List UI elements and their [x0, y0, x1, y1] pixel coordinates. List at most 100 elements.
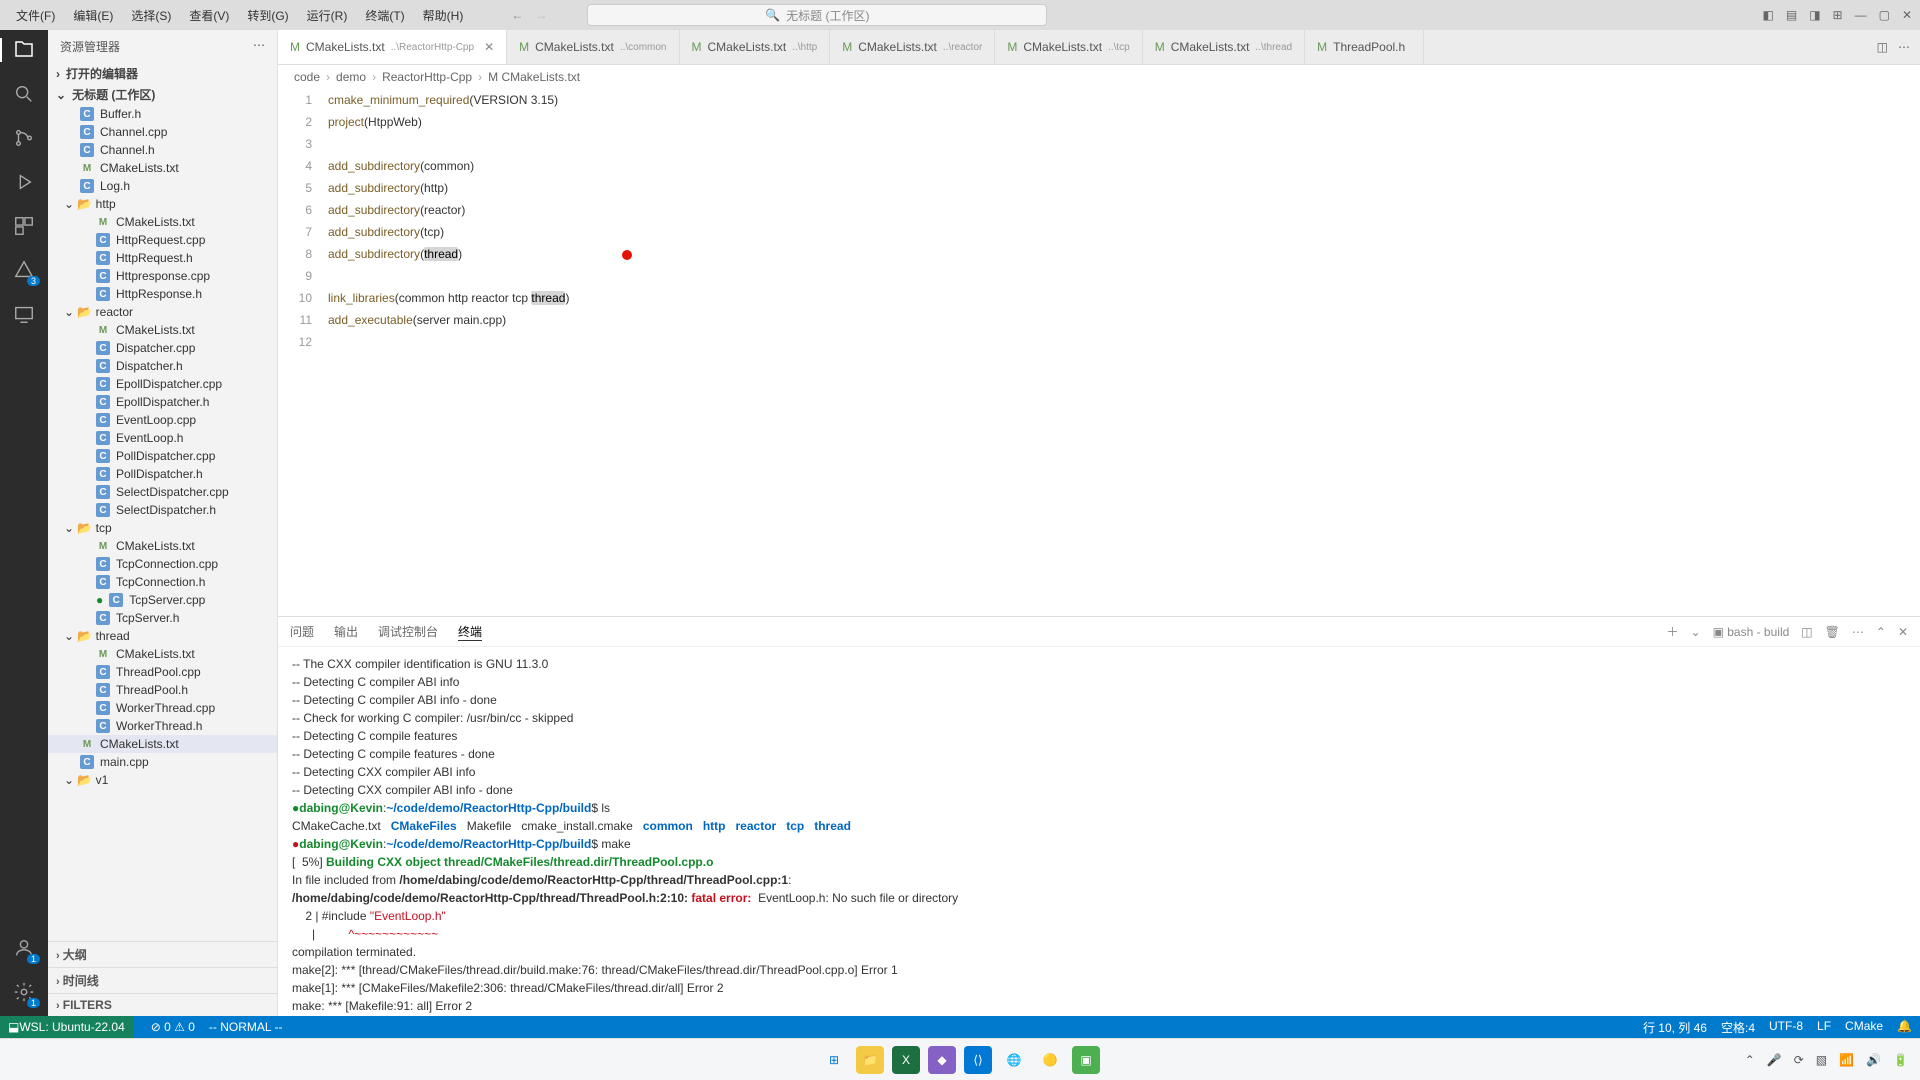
- remote-icon[interactable]: [12, 302, 36, 326]
- file-item[interactable]: C ThreadPool.cpp: [48, 663, 277, 681]
- breadcrumb-item[interactable]: ReactorHttp-Cpp: [382, 70, 472, 84]
- file-item[interactable]: C EpollDispatcher.cpp: [48, 375, 277, 393]
- file-item[interactable]: ● C TcpServer.cpp: [48, 591, 277, 609]
- cmake-icon[interactable]: 3: [12, 258, 36, 282]
- eol-status[interactable]: LF: [1817, 1019, 1831, 1036]
- file-item[interactable]: M CMakeLists.txt: [48, 321, 277, 339]
- breadcrumb-item[interactable]: demo: [336, 70, 366, 84]
- more-icon[interactable]: ⋯: [253, 38, 265, 55]
- close-icon[interactable]: ✕: [1902, 8, 1912, 22]
- file-item[interactable]: C PollDispatcher.cpp: [48, 447, 277, 465]
- back-icon[interactable]: ←: [511, 8, 523, 22]
- file-item[interactable]: C HttpResponse.h: [48, 285, 277, 303]
- trash-icon[interactable]: 🗑: [1825, 625, 1840, 639]
- folder-item[interactable]: ⌄ 📂 thread: [48, 627, 277, 645]
- code-editor[interactable]: 123456789101112 cmake_minimum_required(V…: [278, 89, 1920, 616]
- file-item[interactable]: C main.cpp: [48, 753, 277, 771]
- chrome-icon[interactable]: 🟡: [1036, 1046, 1064, 1074]
- more-icon[interactable]: ⋯: [1852, 625, 1864, 639]
- menu-item[interactable]: 帮助(H): [415, 3, 472, 28]
- notifications-icon[interactable]: 🔔: [1897, 1019, 1912, 1036]
- cursor-position[interactable]: 行 10, 列 46: [1643, 1019, 1707, 1036]
- file-item[interactable]: C Dispatcher.cpp: [48, 339, 277, 357]
- filters-section[interactable]: › FILTERS: [48, 993, 277, 1016]
- mic-icon[interactable]: 🎤: [1767, 1053, 1782, 1067]
- file-item[interactable]: C Channel.cpp: [48, 123, 277, 141]
- excel-icon[interactable]: X: [892, 1046, 920, 1074]
- edge-icon[interactable]: 🌐: [1000, 1046, 1028, 1074]
- file-item[interactable]: M CMakeLists.txt: [48, 213, 277, 231]
- app-icon[interactable]: ▣: [1072, 1046, 1100, 1074]
- indent-status[interactable]: 空格:4: [1721, 1019, 1755, 1036]
- explorer-taskbar-icon[interactable]: 📁: [856, 1046, 884, 1074]
- split-editor-icon[interactable]: ◫: [1877, 40, 1888, 54]
- file-item[interactable]: C Log.h: [48, 177, 277, 195]
- search-icon[interactable]: [12, 82, 36, 106]
- extensions-icon[interactable]: [12, 214, 36, 238]
- volume-icon[interactable]: 🔊: [1866, 1053, 1881, 1067]
- breadcrumb-item[interactable]: code: [294, 70, 320, 84]
- remote-indicator[interactable]: ⬓ WSL: Ubuntu-22.04: [0, 1016, 133, 1038]
- editor-tab[interactable]: M ThreadPool.h: [1305, 30, 1424, 64]
- encoding-status[interactable]: UTF-8: [1769, 1019, 1803, 1036]
- forward-icon[interactable]: →: [535, 8, 547, 22]
- editor-tab[interactable]: M CMakeLists.txt ..\common: [507, 30, 679, 64]
- start-icon[interactable]: ⊞: [820, 1046, 848, 1074]
- file-item[interactable]: M CMakeLists.txt: [48, 645, 277, 663]
- file-item[interactable]: C EventLoop.cpp: [48, 411, 277, 429]
- outline-section[interactable]: › 大纲: [48, 941, 277, 967]
- explorer-icon[interactable]: [12, 38, 36, 62]
- file-item[interactable]: C Buffer.h: [48, 105, 277, 123]
- panel-icon[interactable]: ▤: [1786, 8, 1797, 22]
- file-item[interactable]: C TcpConnection.h: [48, 573, 277, 591]
- file-item[interactable]: C EventLoop.h: [48, 429, 277, 447]
- menu-item[interactable]: 转到(G): [239, 3, 296, 28]
- folder-item[interactable]: ⌄ 📂 http: [48, 195, 277, 213]
- nav-arrows[interactable]: ← →: [511, 8, 547, 22]
- breadcrumb-item[interactable]: M CMakeLists.txt: [488, 70, 580, 84]
- file-item[interactable]: C Channel.h: [48, 141, 277, 159]
- file-item[interactable]: C TcpConnection.cpp: [48, 555, 277, 573]
- file-item[interactable]: C Dispatcher.h: [48, 357, 277, 375]
- file-item[interactable]: M CMakeLists.txt: [48, 159, 277, 177]
- vscode-icon[interactable]: ⟨⟩: [964, 1046, 992, 1074]
- code-content[interactable]: cmake_minimum_required(VERSION 3.15)proj…: [328, 89, 1920, 616]
- language-status[interactable]: CMake: [1845, 1019, 1883, 1036]
- file-item[interactable]: C PollDispatcher.h: [48, 465, 277, 483]
- menu-item[interactable]: 终端(T): [357, 3, 412, 28]
- file-item[interactable]: C WorkerThread.cpp: [48, 699, 277, 717]
- panel-tab[interactable]: 终端: [458, 623, 482, 641]
- chevron-up-icon[interactable]: ⌃: [1876, 625, 1886, 639]
- split-icon[interactable]: ◫: [1801, 625, 1812, 639]
- close-panel-icon[interactable]: ✕: [1898, 625, 1908, 639]
- folder-item[interactable]: ⌄ 📂 v1: [48, 771, 277, 789]
- more-icon[interactable]: ⋯: [1898, 40, 1910, 54]
- breadcrumb[interactable]: code›demo›ReactorHttp-Cpp›M CMakeLists.t…: [278, 65, 1920, 89]
- app-tray-icon[interactable]: ▧: [1816, 1053, 1827, 1067]
- debug-icon[interactable]: [12, 170, 36, 194]
- menu-item[interactable]: 文件(F): [8, 3, 63, 28]
- open-editors-section[interactable]: › 打开的编辑器: [48, 63, 277, 84]
- layout-icon[interactable]: ◧: [1763, 8, 1774, 22]
- system-tray[interactable]: ⌃ 🎤 ⟳ ▧ 📶 🔊 🔋: [1745, 1053, 1908, 1067]
- sync-icon[interactable]: ⟳: [1794, 1053, 1804, 1067]
- account-icon[interactable]: 1: [12, 936, 36, 960]
- dropdown-icon[interactable]: ⌄: [1691, 625, 1701, 639]
- sidebar-icon[interactable]: ◨: [1809, 8, 1820, 22]
- file-item[interactable]: C EpollDispatcher.h: [48, 393, 277, 411]
- file-item[interactable]: C HttpRequest.h: [48, 249, 277, 267]
- new-terminal-icon[interactable]: ＋: [1667, 623, 1679, 640]
- file-item[interactable]: C Httpresponse.cpp: [48, 267, 277, 285]
- file-item[interactable]: C ThreadPool.h: [48, 681, 277, 699]
- file-item[interactable]: M CMakeLists.txt: [48, 537, 277, 555]
- close-tab-icon[interactable]: ✕: [484, 40, 494, 54]
- editor-tab[interactable]: M CMakeLists.txt ..\tcp: [995, 30, 1142, 64]
- maximize-icon[interactable]: ▢: [1879, 8, 1890, 22]
- editor-tab[interactable]: M CMakeLists.txt ..\ReactorHttp-Cpp✕: [278, 30, 507, 64]
- settings-icon[interactable]: 1: [12, 980, 36, 1004]
- menu-item[interactable]: 运行(R): [299, 3, 356, 28]
- battery-icon[interactable]: 🔋: [1893, 1053, 1908, 1067]
- file-item[interactable]: M CMakeLists.txt: [48, 735, 277, 753]
- editor-tab[interactable]: M CMakeLists.txt ..\http: [680, 30, 831, 64]
- chevron-up-icon[interactable]: ⌃: [1745, 1053, 1755, 1067]
